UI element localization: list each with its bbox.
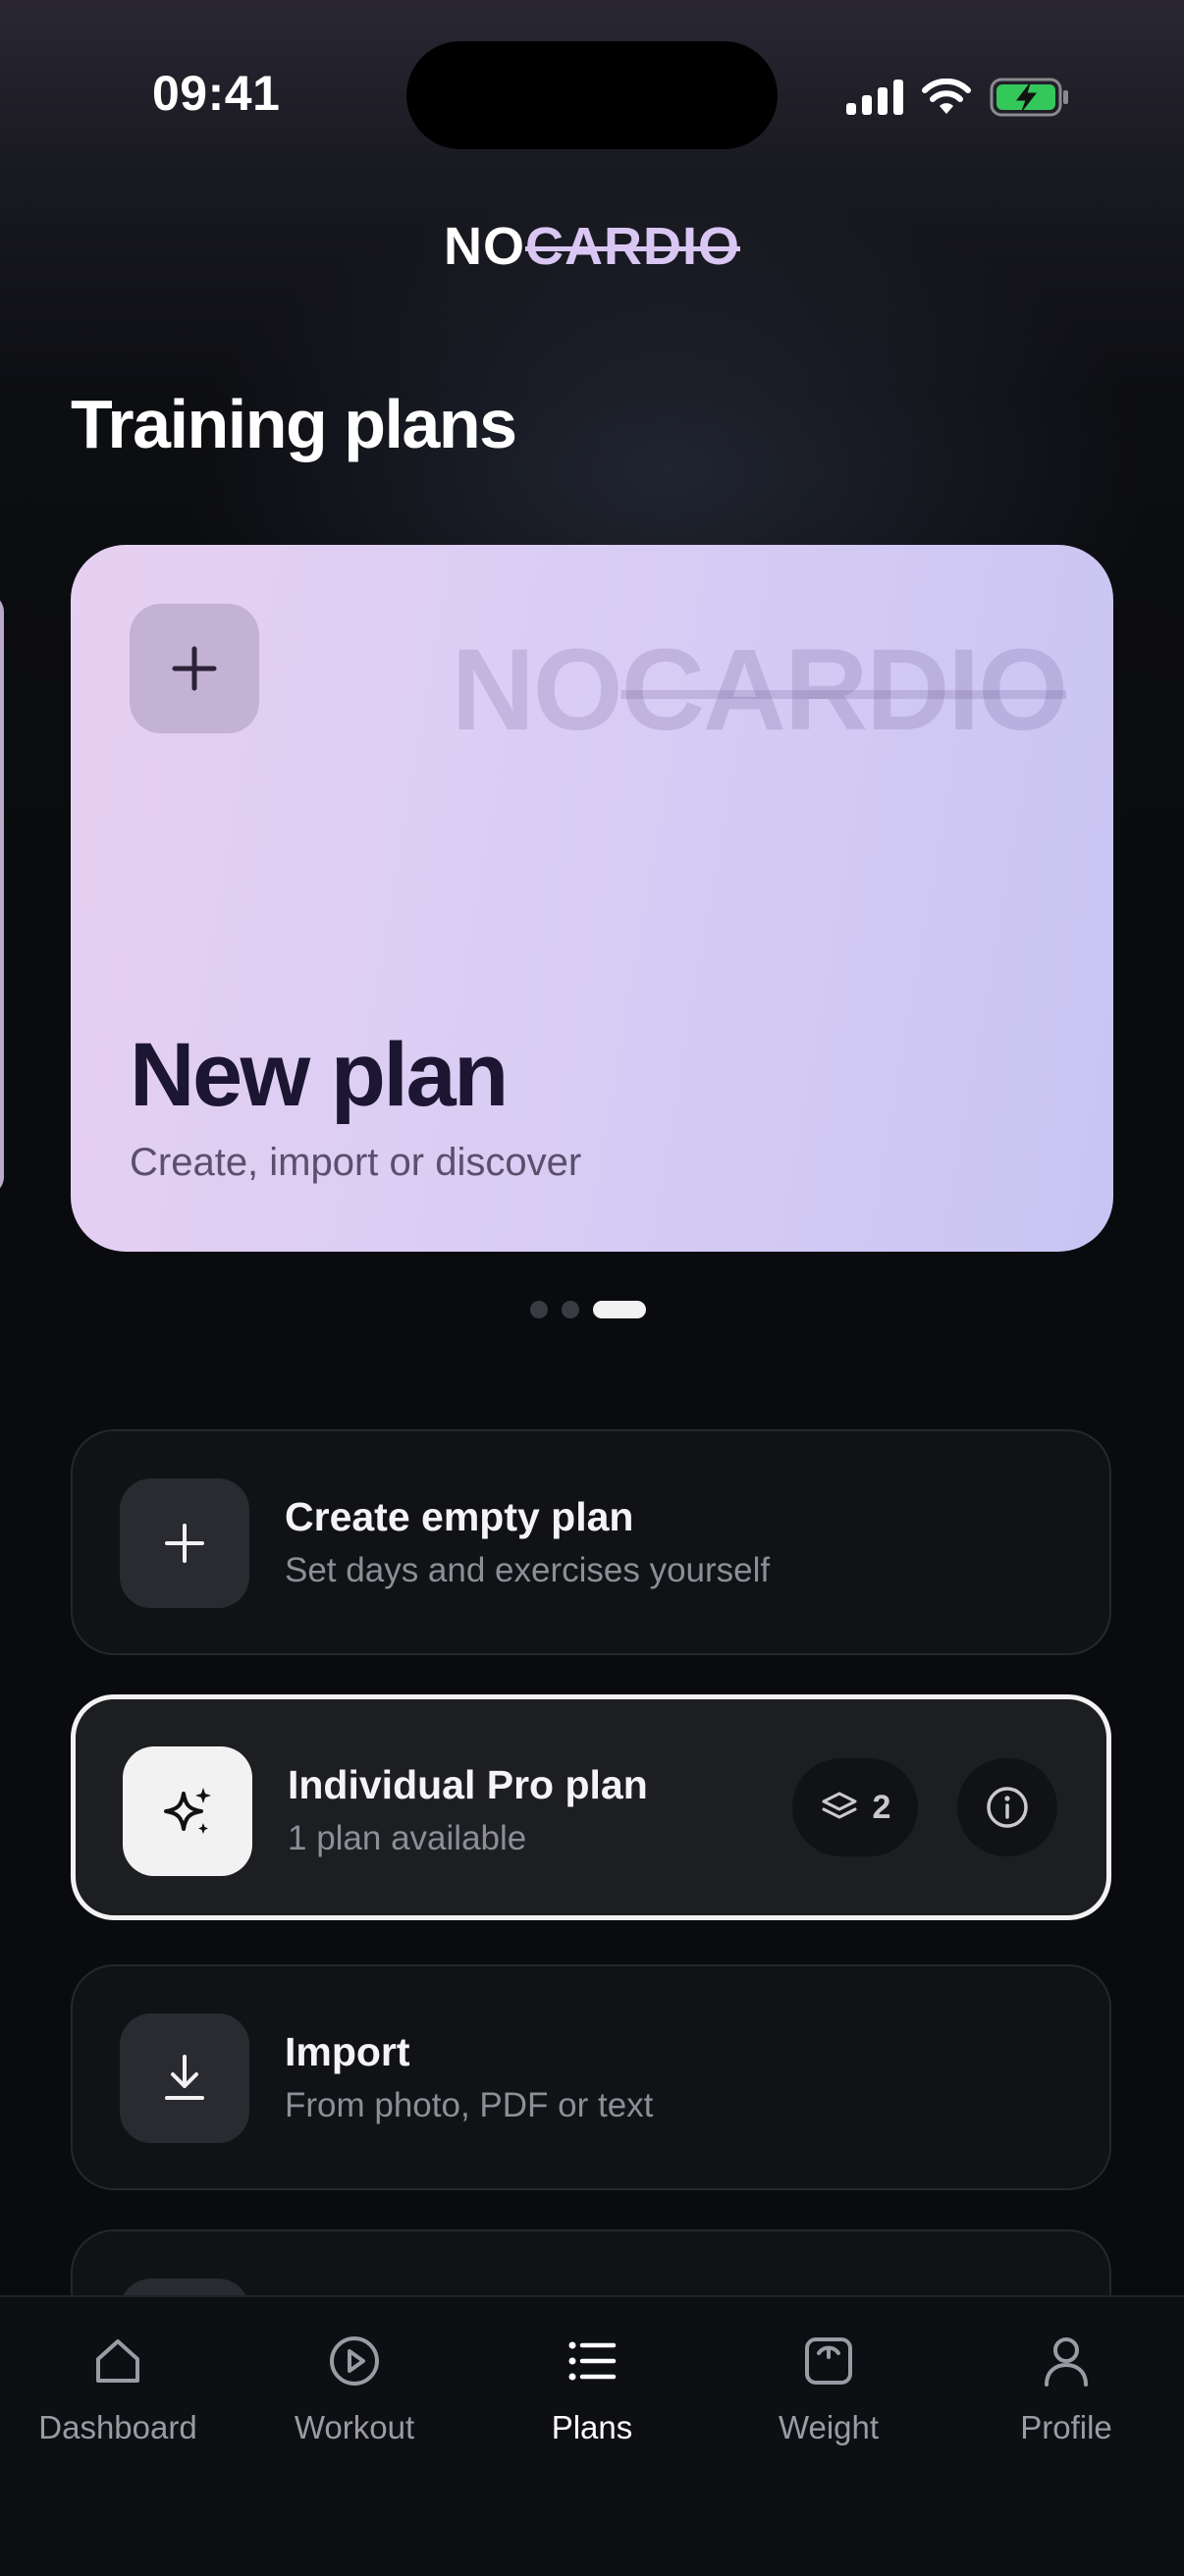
option-subtitle: From photo, PDF or text bbox=[285, 2086, 654, 2124]
info-icon bbox=[987, 1787, 1028, 1828]
previous-card-peek[interactable] bbox=[0, 594, 4, 1195]
plans-count-badge[interactable]: 2 bbox=[792, 1758, 918, 1856]
pagination-dot[interactable] bbox=[562, 1301, 579, 1318]
pagination-dot-active[interactable] bbox=[593, 1301, 646, 1318]
import-icon-tile bbox=[120, 2013, 249, 2143]
tab-label: Weight bbox=[778, 2409, 880, 2445]
tab-label: Dashboard bbox=[38, 2409, 197, 2445]
download-icon bbox=[165, 2055, 204, 2100]
option-subtitle: 1 plan available bbox=[288, 1819, 527, 1857]
list-icon bbox=[568, 2341, 617, 2381]
status-icons bbox=[846, 73, 1070, 122]
brand-logo: NOCARDIO bbox=[0, 216, 1184, 277]
scale-icon bbox=[805, 2337, 852, 2385]
card-title: New plan bbox=[130, 1025, 509, 1125]
person-icon bbox=[1045, 2337, 1088, 2387]
brand-no: NO bbox=[444, 217, 525, 276]
tab-plans[interactable]: Plans bbox=[474, 2327, 710, 2446]
create-empty-plan-button[interactable]: Create empty plan Set days and exercises… bbox=[71, 1429, 1111, 1655]
tab-bar: Dashboard Workout Plans Weight Profile bbox=[0, 2295, 1184, 2576]
page-title: Training plans bbox=[71, 386, 517, 462]
sparkle-icon bbox=[164, 1788, 211, 1834]
play-circle-icon bbox=[330, 2336, 379, 2386]
brand-cardio: CARDIO bbox=[525, 217, 740, 276]
watermark-cardio: CARDIO bbox=[620, 625, 1068, 755]
carousel-pagination bbox=[530, 1301, 646, 1318]
pagination-dot[interactable] bbox=[530, 1301, 548, 1318]
individual-pro-plan-button[interactable]: Individual Pro plan 1 plan available 2 bbox=[71, 1694, 1111, 1920]
dynamic-island bbox=[406, 41, 778, 149]
watermark-no: NO bbox=[451, 625, 623, 755]
option-title: Import bbox=[285, 2029, 410, 2074]
plus-icon bbox=[172, 646, 217, 691]
option-title: Individual Pro plan bbox=[288, 1762, 648, 1807]
plus-icon bbox=[165, 1524, 204, 1563]
plans-count: 2 bbox=[872, 1788, 891, 1826]
signal-icon bbox=[846, 80, 903, 115]
status-time: 09:41 bbox=[152, 66, 281, 121]
tab-label: Profile bbox=[1020, 2409, 1112, 2445]
option-subtitle: Set days and exercises yourself bbox=[285, 1551, 771, 1589]
create-empty-plan-icon-tile bbox=[120, 1478, 249, 1608]
card-watermark: NOCARDIO bbox=[451, 623, 1068, 757]
option-title: Create empty plan bbox=[285, 1494, 634, 1539]
new-plan-add-button[interactable] bbox=[130, 604, 259, 733]
tab-workout[interactable]: Workout bbox=[237, 2327, 472, 2446]
card-subtitle: Create, import or discover bbox=[130, 1141, 582, 1184]
tab-profile[interactable]: Profile bbox=[948, 2327, 1184, 2446]
wifi-icon bbox=[922, 79, 971, 114]
tab-label: Workout bbox=[294, 2409, 415, 2445]
battery-charging-icon bbox=[990, 78, 1068, 117]
individual-pro-plan-icon-tile bbox=[123, 1746, 252, 1876]
home-icon bbox=[96, 2339, 139, 2383]
new-plan-card[interactable]: NOCARDIO New plan Create, import or disc… bbox=[71, 545, 1113, 1252]
import-button[interactable]: Import From photo, PDF or text bbox=[71, 1964, 1111, 2190]
layers-icon bbox=[822, 1792, 857, 1819]
info-button[interactable] bbox=[957, 1758, 1057, 1856]
tab-label: Plans bbox=[551, 2409, 633, 2445]
tab-dashboard[interactable]: Dashboard bbox=[0, 2327, 236, 2446]
tab-weight[interactable]: Weight bbox=[711, 2327, 946, 2446]
